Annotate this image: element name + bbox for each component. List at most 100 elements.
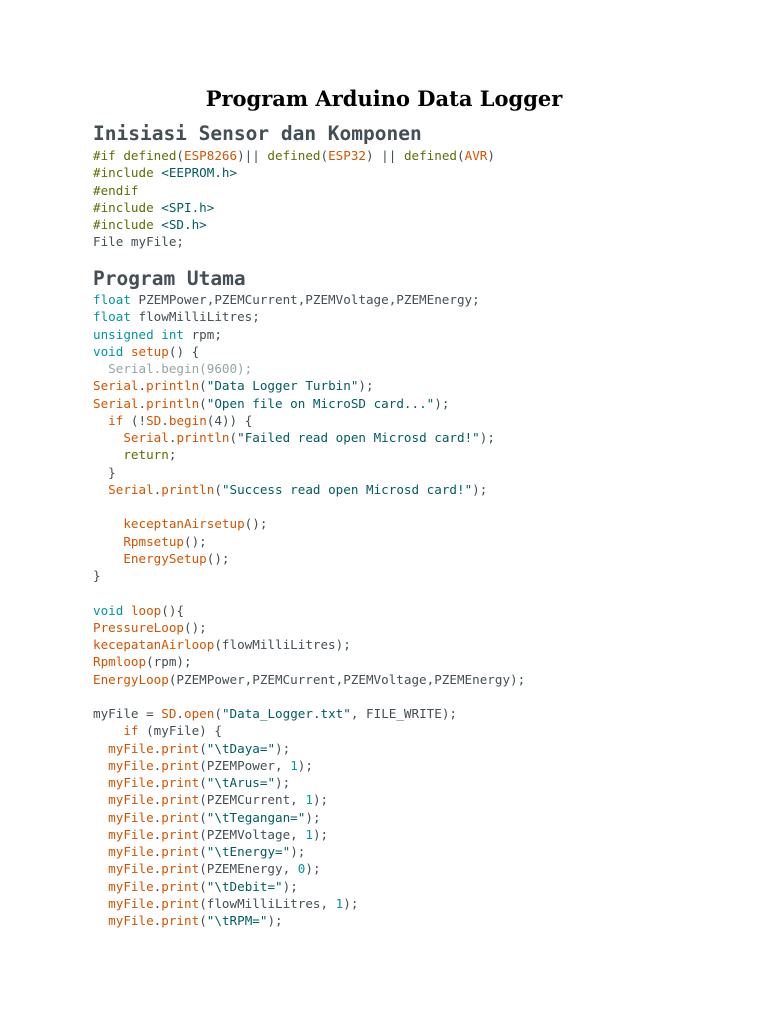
section-heading-program-utama: Program Utama [93,267,246,290]
code-line: Serial.println("Open file on MicroSD car… [93,395,525,412]
code-line: Serial.println("Failed read open Microsd… [93,429,525,446]
code-token: (rpm); [146,654,192,670]
code-token: myFile [108,809,154,825]
code-token: defined [403,148,458,163]
code-token: kecepatanAirloop [93,637,215,652]
code-token: ); [290,844,306,859]
code-line: if (!SD.begin(4)) { [93,412,525,429]
code-token: print [161,792,200,808]
code-token: myFile [108,775,154,790]
code-line: float flowMilliLitres; [93,308,525,325]
code-token: ( [199,913,207,928]
code-token: . [138,378,147,394]
code-token: ); [312,826,329,842]
code-token: (PZEMEnergy, [199,861,298,877]
code-line: return; [93,446,525,463]
code-token: print [161,826,200,842]
code-line: Serial.begin(9600); [93,360,525,377]
code-line: #endif [93,182,495,199]
code-token: print [161,775,200,790]
code-token: (); [184,619,207,635]
code-line: myFile.print(PZEMCurrent, 1); [93,791,525,808]
code-token: ( [199,809,207,825]
code-token: println [176,430,230,445]
document-title: Program Arduino Data Logger [205,86,563,111]
code-line: myFile.print(PZEMVoltage, 1); [93,826,525,843]
code-token: )|| [237,148,268,163]
code-token: <SPI.h> [161,199,215,215]
code-token: float [93,309,131,325]
code-token: ); [305,861,321,877]
code-token: "Failed read open Microsd card!" [237,430,480,445]
code-token: , FILE_WRITE); [350,706,458,721]
code-token: #include [93,165,162,181]
code-token: (){ [161,602,185,618]
code-token: (PZEMCurrent, [199,792,306,808]
code-token: myFile [108,844,154,859]
code-token: ); [479,430,495,445]
code-token: unsigned int [93,326,184,342]
code-token: myFile [108,826,154,842]
code-token: Rpmloop [93,654,147,670]
code-token: (PZEMPower, [199,757,291,773]
code-token: print [161,895,200,911]
code-line: #include <SD.h> [93,216,495,233]
code-token: "\tTegangan=" [206,809,306,825]
code-token: ; [168,447,177,463]
code-token: flowMilliLitres; [130,309,260,325]
code-token: ( [199,775,207,790]
code-token: ) [487,148,495,163]
code-line: myFile.print("\tDaya="); [93,740,525,757]
code-line: myFile.print("\tDebit="); [93,878,525,895]
code-token: ); [343,895,359,911]
code-block-program-utama: float PZEMPower,PZEMCurrent,PZEMVoltage,… [93,291,525,929]
code-token: (); [244,516,268,532]
code-token: "\tEnergy=" [206,844,291,859]
code-token: (); [206,550,230,566]
code-token: Serial [93,378,139,394]
code-token: myFile [108,740,154,756]
code-token: (! [123,412,147,428]
code-line: myFile.print(PZEMPower, 1); [93,757,525,774]
code-line: keceptanAirsetup(); [93,515,525,532]
code-token: #if defined [93,148,177,163]
code-line: myFile.print("\tArus="); [93,774,525,791]
code-token: (4)) { [206,412,253,428]
code-line: PressureLoop(); [93,619,525,636]
code-token: myFile [108,792,154,808]
code-token: ( [199,740,207,756]
code-line: void setup() { [93,343,525,360]
code-line: myFile.print(flowMilliLitres, 1); [93,895,525,912]
code-token: ); [358,378,374,394]
code-token: SD [146,412,162,428]
code-token: . [138,395,147,411]
code-token: "\tArus=" [206,775,276,790]
code-token: PressureLoop [93,619,184,635]
code-token: <EEPROM.h> [161,165,238,181]
code-token: (PZEMVoltage, [199,826,306,842]
code-token: ESP32 [328,148,367,163]
code-line: unsigned int rpm; [93,326,525,343]
code-line: EnergyLoop(PZEMPower,PZEMCurrent,PZEMVol… [93,671,525,688]
code-token: <SD.h> [161,217,207,232]
code-token: SD [161,706,177,721]
code-block-inisiasi: #if defined(ESP8266)|| defined(ESP32) ||… [93,147,495,251]
code-token: float [93,292,131,307]
section-heading-inisiasi: Inisiasi Sensor dan Komponen [93,122,422,145]
code-token: ( [199,844,207,859]
code-line: Serial.println("Data Logger Turbin"); [93,377,525,394]
code-line: void loop(){ [93,602,525,619]
code-token: (); [184,533,207,549]
code-token: Serial [123,430,169,445]
